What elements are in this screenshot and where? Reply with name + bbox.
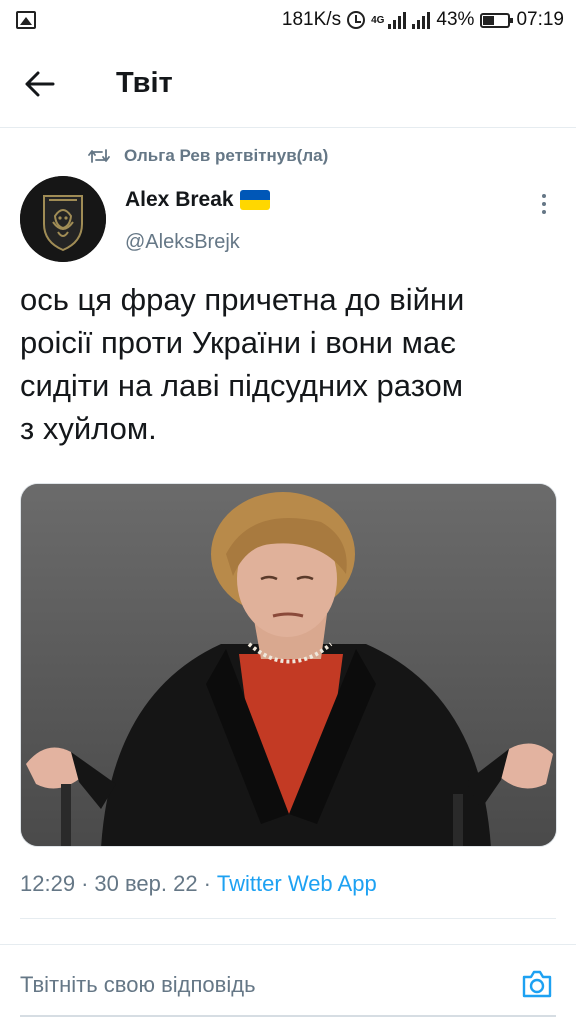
- avatar-logo: [20, 176, 106, 262]
- photo-content: [21, 484, 556, 846]
- reply-bar: Твітніть свою відповідь: [0, 944, 576, 1024]
- signal-icon-2: [412, 11, 431, 29]
- battery-level: 43%: [436, 9, 475, 30]
- tweet-time: 12:29: [20, 871, 76, 896]
- author-handle[interactable]: @AleksBrejk: [125, 231, 240, 254]
- network-speed: 181K/s: [281, 9, 342, 30]
- tweet-date: 30 вер. 22: [94, 871, 198, 896]
- retweet-icon: [88, 149, 110, 163]
- page-title: Твіт: [116, 67, 173, 99]
- tweet-meta: 12:29 · 30 вер. 22 · Twitter Web App: [20, 871, 377, 897]
- reply-input[interactable]: Твітніть свою відповідь: [20, 945, 500, 1024]
- divider: [20, 918, 556, 919]
- back-button[interactable]: [0, 40, 80, 128]
- camera-button[interactable]: [520, 967, 554, 1001]
- avatar[interactable]: [20, 176, 106, 262]
- camera-icon: [522, 970, 552, 998]
- gallery-notification-icon: [16, 11, 36, 29]
- tweet-text: ось ця фрау причетна до війни роісії про…: [20, 282, 465, 446]
- clock: 07:19: [516, 9, 564, 30]
- alarm-icon: [347, 11, 366, 29]
- tweet-source-link[interactable]: Twitter Web App: [217, 871, 377, 897]
- tweet-photo[interactable]: [20, 483, 557, 847]
- signal-icon: [388, 11, 407, 29]
- retweet-context[interactable]: Ольга Рев ретвітнув(ла): [88, 146, 328, 166]
- arrow-left-icon: [25, 71, 55, 96]
- network-type: 4G: [371, 14, 385, 26]
- more-options-button[interactable]: [530, 190, 558, 218]
- reply-input-underline: [20, 1015, 556, 1017]
- retweet-context-label: Ольга Рев ретвітнув(ла): [124, 146, 329, 165]
- battery-icon: [480, 12, 514, 28]
- author-name[interactable]: Alex Break: [125, 188, 270, 212]
- meta-separator: ·: [81, 871, 89, 896]
- meta-separator: ·: [203, 871, 211, 896]
- status-bar: 181K/s 4G 43% 07:19: [0, 0, 576, 40]
- more-dots-icon: [542, 194, 546, 198]
- app-header: Твіт: [0, 40, 576, 128]
- author-display-name: Alex Break: [125, 188, 234, 211]
- ukraine-flag-icon: [239, 190, 270, 210]
